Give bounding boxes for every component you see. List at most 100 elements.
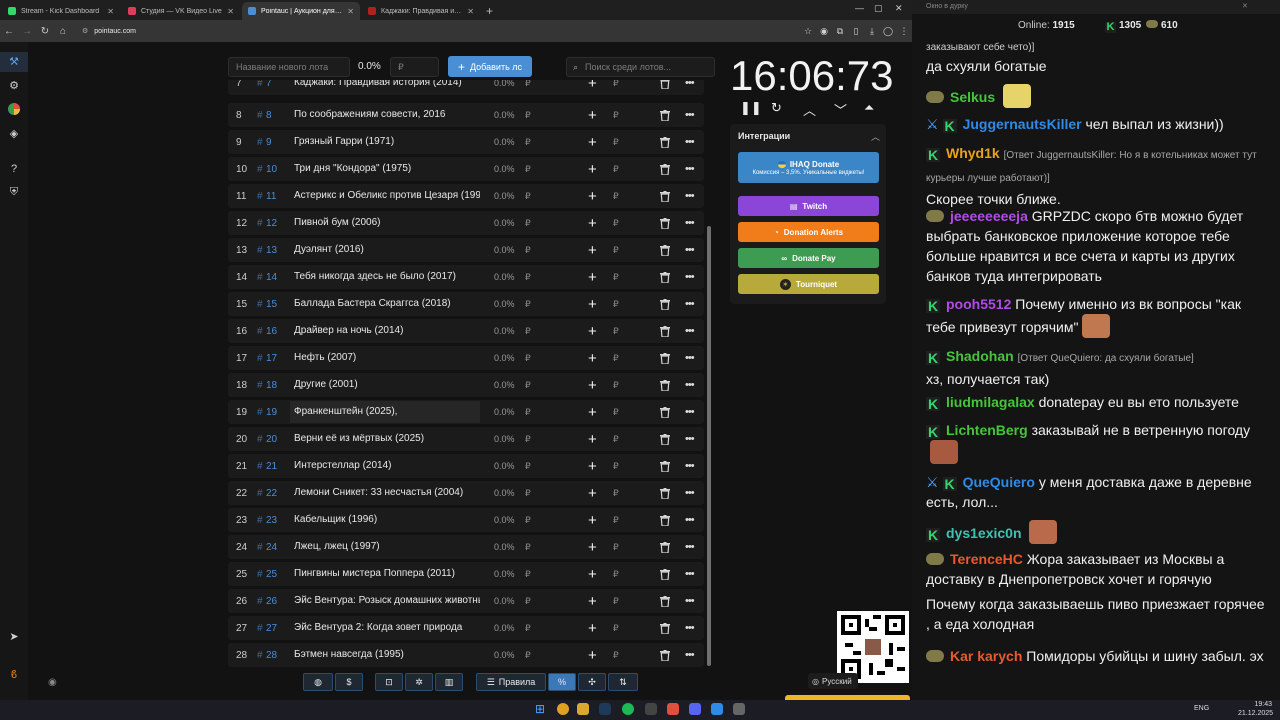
delete-lot-icon[interactable] — [660, 406, 670, 419]
lot-menu-dots-icon[interactable]: ••• — [685, 622, 695, 634]
lot-name-field[interactable]: Дуэлянт (2016) — [290, 239, 480, 261]
add-amount-icon[interactable]: + — [588, 566, 597, 583]
lot-search-input[interactable]: ⌕ Поиск среди лотов... — [566, 57, 715, 77]
forward-icon[interactable]: → — [18, 26, 36, 37]
lot-name-field[interactable]: Франкенштейн (2025), — [290, 401, 480, 423]
lot-name-field[interactable]: Бэтмен навсегда (1995) — [290, 644, 480, 666]
add-amount-icon[interactable]: + — [588, 242, 597, 259]
lot-menu-dots-icon[interactable]: ••• — [685, 80, 695, 89]
menu-dots-icon[interactable]: ⋮ — [896, 26, 912, 37]
visibility-eye-icon[interactable]: ◉ — [48, 677, 57, 688]
lot-id[interactable]: 16 — [266, 326, 277, 337]
lot-amount-field[interactable]: ₽ — [525, 650, 531, 661]
delete-lot-icon[interactable] — [660, 271, 670, 284]
add-amount-field[interactable]: ₽ — [613, 272, 619, 283]
sidebar-icon[interactable]: ▯ — [848, 26, 864, 37]
lot-id[interactable]: 11 — [266, 191, 276, 202]
ihaq-donate-button[interactable]: IHAQ Donate Комиссия – 3,5%. Уникальные … — [738, 152, 879, 183]
lot-amount-field[interactable]: ₽ — [525, 137, 531, 148]
add-amount-field[interactable]: ₽ — [613, 164, 619, 175]
lot-amount-field[interactable]: ₽ — [525, 326, 531, 337]
add-amount-icon[interactable]: + — [588, 188, 597, 205]
delete-lot-icon[interactable] — [660, 487, 670, 500]
lot-menu-dots-icon[interactable]: ••• — [685, 595, 695, 607]
lot-menu-dots-icon[interactable]: ••• — [685, 352, 695, 364]
lots-scrollbar[interactable] — [707, 226, 711, 666]
lot-name-field[interactable]: Пивной бум (2006) — [290, 212, 480, 234]
add-amount-field[interactable]: ₽ — [613, 596, 619, 607]
lot-id[interactable]: 24 — [266, 542, 277, 553]
add-amount-icon[interactable]: + — [588, 134, 597, 151]
lot-amount-field[interactable]: ₽ — [525, 623, 531, 634]
browser-tab[interactable]: Каджаки: Правдивая история✕ — [362, 2, 480, 20]
browser-tab[interactable]: Stream - Kick Dashboard ✕ — [2, 2, 120, 20]
lot-name-field[interactable]: Астерикс и Обеликс против Цезаря (1999) — [290, 185, 480, 207]
lot-amount-field[interactable]: ₽ — [525, 569, 531, 580]
lot-amount-field[interactable]: ₽ — [525, 299, 531, 310]
lot-id[interactable]: 12 — [266, 218, 277, 229]
download-icon[interactable]: ⤓ — [864, 26, 880, 37]
lot-id[interactable]: 14 — [266, 272, 277, 283]
new-lot-amount-input[interactable]: ₽ — [390, 57, 439, 77]
lot-id[interactable]: 17 — [266, 353, 277, 364]
steam-taskbar-icon[interactable] — [599, 703, 611, 715]
delete-lot-icon[interactable] — [660, 379, 670, 392]
delete-lot-icon[interactable] — [660, 244, 670, 257]
twitch-button[interactable]: ▤ Twitch — [738, 196, 879, 216]
add-lot-button[interactable]: + Добавить лс — [448, 56, 532, 77]
currency-dollar-button[interactable]: $ — [335, 673, 363, 691]
lot-name-field[interactable]: Лжец, лжец (1997) — [290, 536, 480, 558]
delete-lot-icon[interactable] — [660, 433, 670, 446]
obs-taskbar-icon[interactable] — [645, 703, 657, 715]
sort-toggle[interactable]: ⇅ — [608, 673, 638, 691]
add-amount-field[interactable]: ₽ — [613, 461, 619, 472]
auction-hammer-icon[interactable]: ⚒ — [7, 55, 21, 69]
save-button[interactable]: ⊡ — [375, 673, 403, 691]
lot-name-field[interactable]: Эйс Вентура: Розыск домашних животных — [290, 590, 480, 612]
lot-menu-dots-icon[interactable]: ••• — [685, 541, 695, 553]
add-amount-field[interactable]: ₽ — [613, 353, 619, 364]
add-amount-field[interactable]: ₽ — [613, 488, 619, 499]
lot-amount-field[interactable]: ₽ — [525, 80, 531, 89]
spotify-taskbar-icon[interactable] — [622, 703, 634, 715]
donate-pay-button[interactable]: ∞ Donate Pay — [738, 248, 879, 268]
chat-username[interactable]: TerenceHC — [950, 551, 1023, 567]
reload-icon[interactable]: ↻ — [36, 26, 54, 37]
lot-id[interactable]: 21 — [266, 461, 277, 472]
bookmark-star-icon[interactable]: ☆ — [800, 26, 816, 37]
lot-id[interactable]: 8 — [266, 110, 272, 121]
delete-lot-icon[interactable] — [660, 622, 670, 635]
help-icon[interactable]: ? — [7, 162, 21, 176]
lot-amount-field[interactable]: ₽ — [525, 515, 531, 526]
new-lot-name-input[interactable]: Название нового лота — [228, 57, 350, 77]
add-amount-icon[interactable]: + — [588, 80, 597, 92]
lot-id[interactable]: 15 — [266, 299, 277, 310]
lot-id[interactable]: 10 — [266, 164, 277, 175]
lot-id[interactable]: 18 — [266, 380, 277, 391]
add-amount-icon[interactable]: + — [588, 215, 597, 232]
lot-id[interactable]: 19 — [266, 407, 277, 418]
add-amount-icon[interactable]: + — [588, 107, 597, 124]
maximize-button[interactable]: ▢ — [874, 3, 883, 14]
wheel-pie-icon[interactable] — [7, 103, 21, 117]
close-tab-icon[interactable]: ✕ — [467, 7, 474, 16]
lot-name-field[interactable]: Верни её из мёртвых (2025) — [290, 428, 480, 450]
rules-button[interactable]: ☰ Правила — [476, 673, 546, 691]
lot-name-field[interactable]: Эйс Вентура 2: Когда зовет природа — [290, 617, 480, 639]
add-amount-icon[interactable]: + — [588, 269, 597, 286]
lot-menu-dots-icon[interactable]: ••• — [685, 271, 695, 283]
browser-tab[interactable]: Студия — VK Видео Live ✕ — [122, 2, 240, 20]
lot-menu-dots-icon[interactable]: ••• — [685, 217, 695, 229]
add-amount-icon[interactable]: + — [588, 404, 597, 421]
lot-name-field[interactable]: Три дня "Кондора" (1975) — [290, 158, 480, 180]
site-info-icon[interactable]: ⚙ — [82, 27, 88, 35]
lot-amount-field[interactable]: ₽ — [525, 434, 531, 445]
lot-id[interactable]: 22 — [266, 488, 277, 499]
reset-timer-icon[interactable]: ↻ — [771, 100, 782, 116]
delete-lot-icon[interactable] — [660, 217, 670, 230]
donation-alerts-button[interactable]: ◔ Donation Alerts — [738, 222, 879, 242]
add-amount-field[interactable]: ₽ — [613, 191, 619, 202]
back-icon[interactable]: ← — [0, 26, 18, 37]
add-amount-field[interactable]: ₽ — [613, 515, 619, 526]
lot-menu-dots-icon[interactable]: ••• — [685, 109, 695, 121]
